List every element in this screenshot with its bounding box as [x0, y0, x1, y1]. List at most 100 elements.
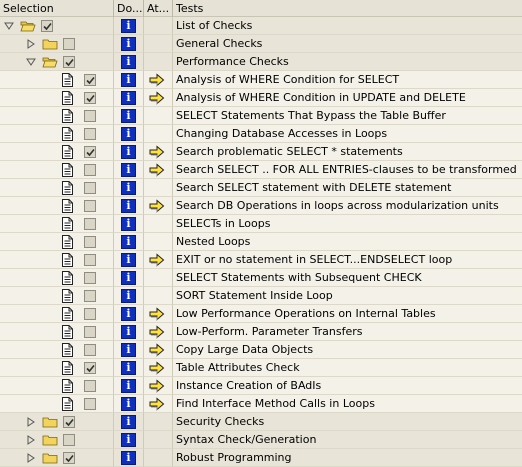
info-icon[interactable]: i	[121, 307, 136, 321]
checkbox[interactable]	[84, 290, 96, 302]
info-icon[interactable]: i	[121, 163, 136, 177]
checkbox[interactable]	[84, 254, 96, 266]
tree-check-row[interactable]: i SELECTs in Loops	[0, 215, 522, 233]
column-tests[interactable]: Tests	[173, 0, 522, 17]
checkbox[interactable]	[84, 308, 96, 320]
info-icon[interactable]: i	[121, 325, 136, 339]
expand-triangle-icon[interactable]	[26, 417, 36, 427]
tree-check-row[interactable]: i SELECT Statements That Bypass the Table…	[0, 107, 522, 125]
checkbox-checked[interactable]	[84, 92, 96, 104]
checkbox[interactable]	[84, 272, 96, 284]
tree-check-row[interactable]: i Copy Large Data Objects	[0, 341, 522, 359]
attributes-arrow-icon[interactable]	[149, 145, 165, 159]
checkbox[interactable]	[84, 110, 96, 122]
selection-cell	[0, 17, 114, 35]
checkbox[interactable]	[84, 182, 96, 194]
tree-check-row[interactable]: i Find Interface Method Calls in Loops	[0, 395, 522, 413]
attributes-arrow-icon[interactable]	[149, 163, 165, 177]
checkbox[interactable]	[63, 434, 75, 446]
tree-check-row[interactable]: i Search SELECT .. FOR ALL ENTRIES-clause…	[0, 161, 522, 179]
tree-group-row[interactable]: i General Checks	[0, 35, 522, 53]
info-icon[interactable]: i	[121, 217, 136, 231]
selection-cell	[0, 35, 114, 53]
column-attributes[interactable]: At...	[144, 0, 173, 17]
info-icon[interactable]: i	[121, 199, 136, 213]
info-icon[interactable]: i	[121, 235, 136, 249]
checkbox-checked[interactable]	[84, 362, 96, 374]
column-selection[interactable]: Selection	[0, 0, 114, 17]
checkbox-checked[interactable]	[63, 452, 75, 464]
info-icon[interactable]: i	[121, 433, 136, 447]
checkbox-checked[interactable]	[63, 416, 75, 428]
attributes-arrow-icon[interactable]	[149, 307, 165, 321]
checkbox[interactable]	[84, 398, 96, 410]
info-icon[interactable]: i	[121, 343, 136, 357]
checkbox-checked[interactable]	[84, 74, 96, 86]
checkbox[interactable]	[84, 200, 96, 212]
info-icon[interactable]: i	[121, 73, 136, 87]
info-icon[interactable]: i	[121, 127, 136, 141]
attributes-arrow-icon[interactable]	[149, 343, 165, 357]
folder-icon	[42, 434, 58, 446]
tree-group-row[interactable]: i Performance Checks	[0, 53, 522, 71]
collapse-triangle-icon[interactable]	[26, 57, 36, 67]
checkbox[interactable]	[84, 344, 96, 356]
tree-check-row[interactable]: i Changing Database Accesses in Loops	[0, 125, 522, 143]
checkbox[interactable]	[84, 128, 96, 140]
checkbox[interactable]	[84, 380, 96, 392]
tree-check-row[interactable]: i EXIT or no statement in SELECT...ENDSEL…	[0, 251, 522, 269]
column-documentation[interactable]: Do...	[114, 0, 144, 17]
checkbox-checked[interactable]	[41, 20, 53, 32]
info-icon[interactable]: i	[121, 253, 136, 267]
checkbox[interactable]	[84, 164, 96, 176]
expand-triangle-icon[interactable]	[26, 453, 36, 463]
checkbox[interactable]	[63, 38, 75, 50]
checkbox-checked[interactable]	[84, 146, 96, 158]
attributes-arrow-icon[interactable]	[149, 361, 165, 375]
attributes-arrow-icon[interactable]	[149, 91, 165, 105]
tree-check-row[interactable]: i Nested Loops	[0, 233, 522, 251]
attributes-arrow-icon[interactable]	[149, 73, 165, 87]
info-icon[interactable]: i	[121, 361, 136, 375]
info-icon[interactable]: i	[121, 109, 136, 123]
tree-check-row[interactable]: i Analysis of WHERE Condition in UPDATE a…	[0, 89, 522, 107]
attributes-arrow-icon[interactable]	[149, 379, 165, 393]
tree-check-row[interactable]: i SORT Statement Inside Loop	[0, 287, 522, 305]
tree-check-row[interactable]: i Table Attributes Check	[0, 359, 522, 377]
attributes-arrow-icon[interactable]	[149, 199, 165, 213]
tree-check-row[interactable]: i Instance Creation of BAdIs	[0, 377, 522, 395]
checkbox[interactable]	[84, 326, 96, 338]
tree-check-row[interactable]: i Low Performance Operations on Internal …	[0, 305, 522, 323]
info-icon[interactable]: i	[121, 271, 136, 285]
expand-triangle-icon[interactable]	[26, 39, 36, 49]
tree-check-row[interactable]: i SELECT Statements with Subsequent CHECK	[0, 269, 522, 287]
info-icon[interactable]: i	[121, 415, 136, 429]
tree-check-row[interactable]: i Search DB Operations in loops across mo…	[0, 197, 522, 215]
info-icon[interactable]: i	[121, 379, 136, 393]
tree-group-row[interactable]: i Syntax Check/Generation	[0, 431, 522, 449]
info-icon[interactable]: i	[121, 397, 136, 411]
tree-check-row[interactable]: i Search problematic SELECT * statements	[0, 143, 522, 161]
info-icon[interactable]: i	[121, 181, 136, 195]
info-icon[interactable]: i	[121, 19, 136, 33]
info-icon[interactable]: i	[121, 145, 136, 159]
tree-check-row[interactable]: i Analysis of WHERE Condition for SELECT	[0, 71, 522, 89]
checkbox-checked[interactable]	[63, 56, 75, 68]
checkbox[interactable]	[84, 236, 96, 248]
tree-check-row[interactable]: i Low-Perform. Parameter Transfers	[0, 323, 522, 341]
tree-group-row[interactable]: i List of Checks	[0, 17, 522, 35]
collapse-triangle-icon[interactable]	[4, 21, 14, 31]
tree-group-row[interactable]: i Security Checks	[0, 413, 522, 431]
tree-group-row[interactable]: i Robust Programming	[0, 449, 522, 467]
info-icon[interactable]: i	[121, 289, 136, 303]
info-icon[interactable]: i	[121, 37, 136, 51]
attributes-arrow-icon[interactable]	[149, 253, 165, 267]
checkbox[interactable]	[84, 218, 96, 230]
tree-check-row[interactable]: i Search SELECT statement with DELETE sta…	[0, 179, 522, 197]
info-icon[interactable]: i	[121, 451, 136, 465]
attributes-arrow-icon[interactable]	[149, 397, 165, 411]
attributes-arrow-icon[interactable]	[149, 325, 165, 339]
info-icon[interactable]: i	[121, 91, 136, 105]
expand-triangle-icon[interactable]	[26, 435, 36, 445]
info-icon[interactable]: i	[121, 55, 136, 69]
